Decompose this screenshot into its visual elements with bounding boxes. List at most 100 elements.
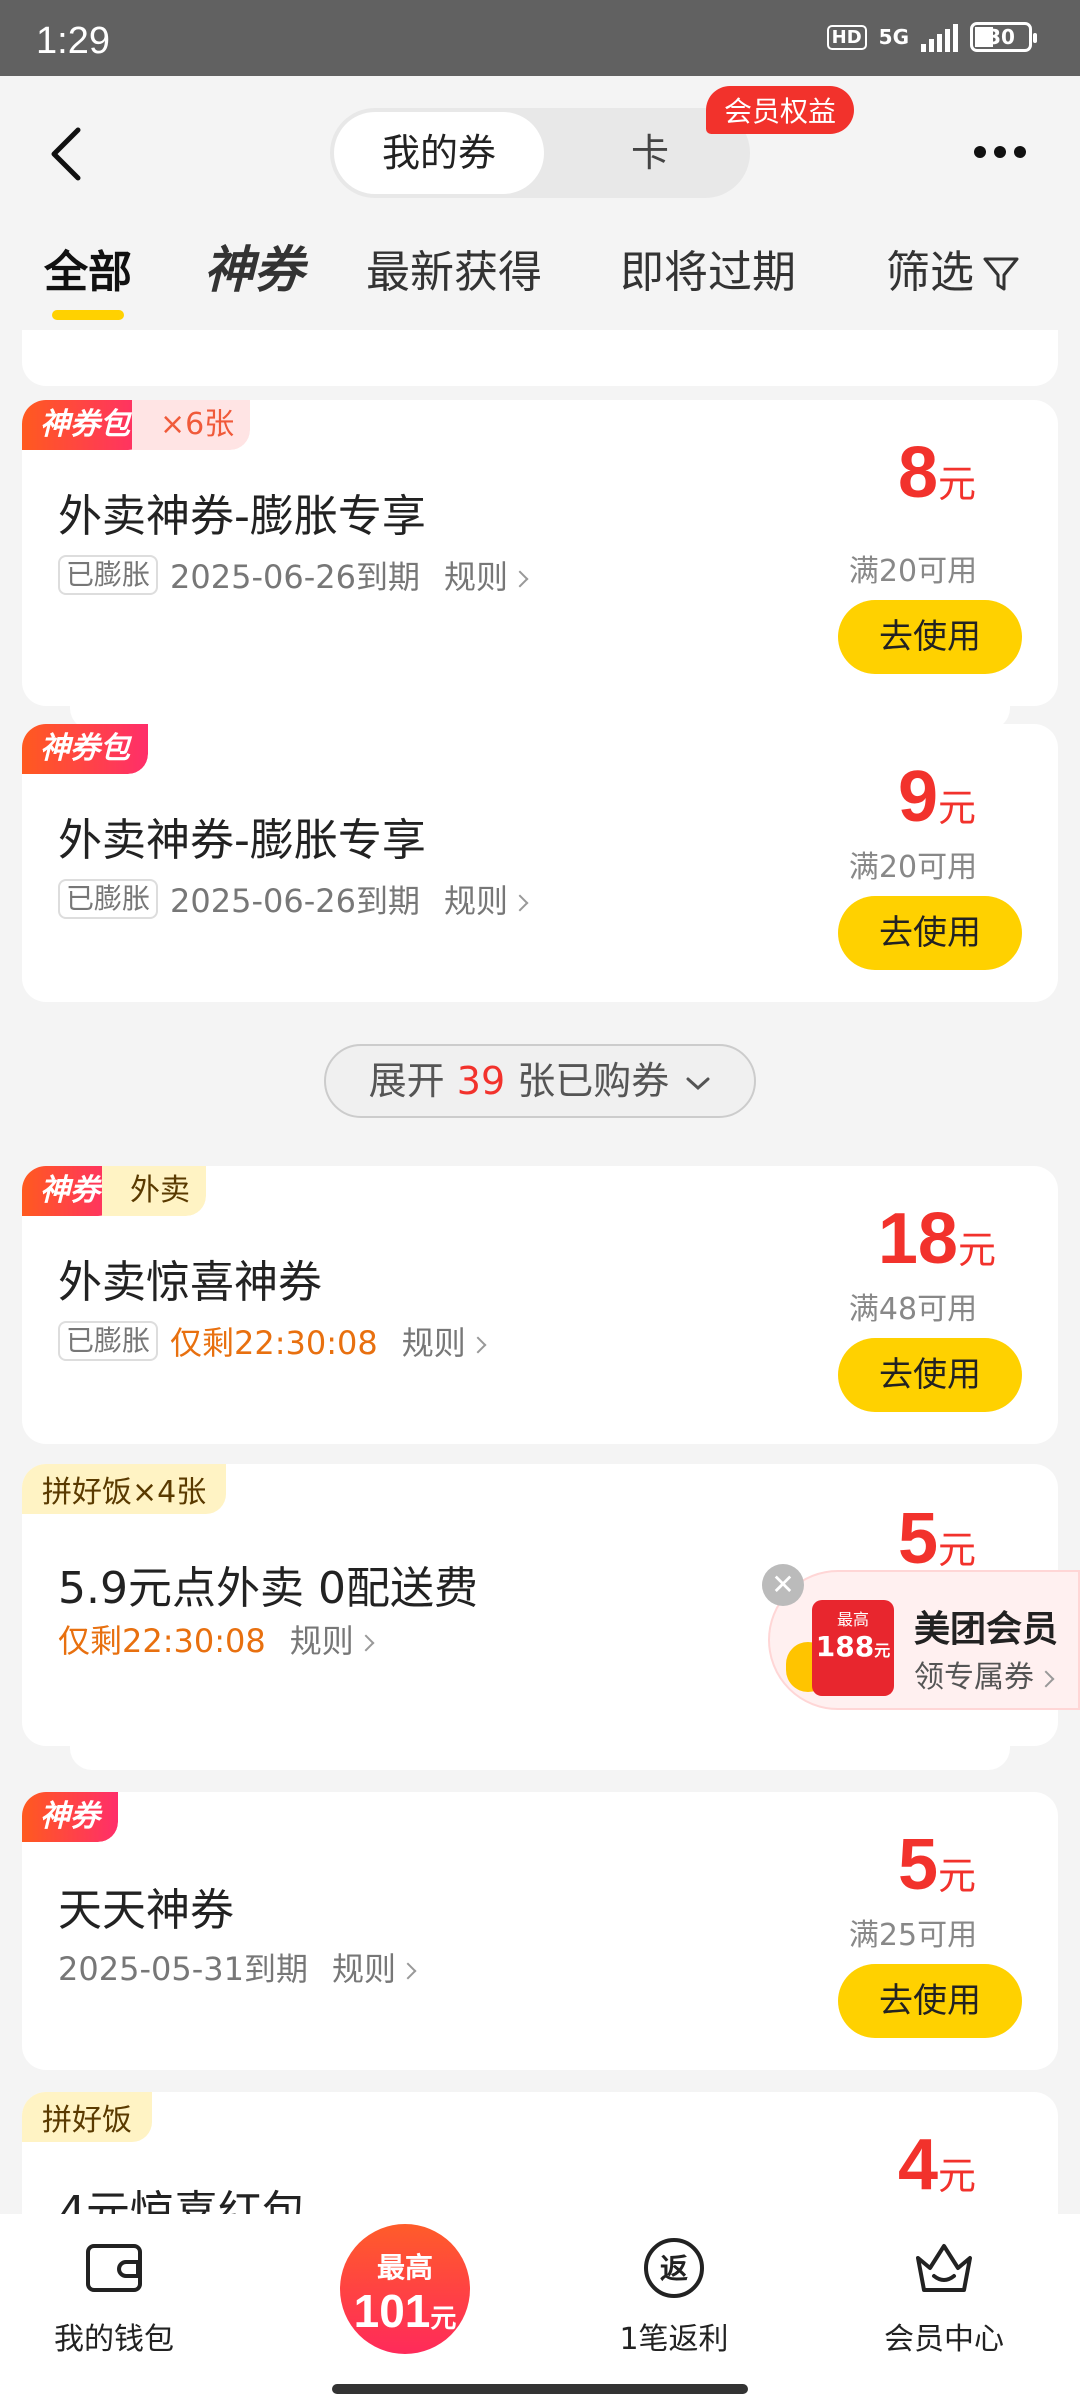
ad-subtitle: 领专属券 <box>914 1652 1055 1696</box>
purchased-count: 39 <box>456 1059 506 1103</box>
signal-icon <box>921 22 958 52</box>
tab-newest[interactable]: 最新获得 <box>366 236 542 300</box>
coupon-card[interactable]: 神券包 外卖神券-膨胀专享 已膨胀 2025-06-26到期 规则 9元 满20… <box>22 724 1058 1002</box>
coupon-tag: 神券包 ×6张 <box>22 400 251 450</box>
coupon-condition: 满48可用 <box>848 1292 978 1327</box>
coupon-meta: 已膨胀 2025-06-26到期 规则 <box>58 876 529 922</box>
use-button[interactable]: 去使用 <box>838 1338 1022 1412</box>
use-button[interactable]: 去使用 <box>838 600 1022 674</box>
red-packet-icon: 最高 188元 <box>812 1600 894 1696</box>
tag-shen-pack: 神券包 <box>22 400 148 450</box>
coupon-amount: 18元 <box>877 1199 996 1279</box>
network-5g-icon: 5G <box>878 25 909 49</box>
coupon-tag: 神券 外卖 <box>22 1166 206 1216</box>
chevron-right-icon <box>511 570 529 588</box>
coupon-card[interactable]: 神券 天天神券 2025-05-31到期 规则 5元 满25可用 去使用 <box>22 1792 1058 2070</box>
hd-icon: HD <box>826 24 867 50</box>
tab-filter-label: 筛选 <box>886 247 974 298</box>
tab-expiring[interactable]: 即将过期 <box>620 236 796 300</box>
rule-link[interactable]: 规则 <box>444 876 529 922</box>
coupon-amount: 9元 <box>897 757 976 837</box>
segment-control: 我的券 卡 <box>330 108 750 198</box>
coupon-condition: 满20可用 <box>848 850 978 885</box>
rule-link[interactable]: 规则 <box>402 1318 487 1364</box>
coupon-tag-pinhaofan: 拼好饭×4张 <box>22 1464 227 1514</box>
coupon-card[interactable]: 神券 外卖 外卖惊喜神券 已膨胀 仅剩22:30:08 规则 18元 满48可用… <box>22 1166 1058 1444</box>
coupon-title: 天天神券 <box>58 1885 234 1936</box>
coupon-tag: 神券 <box>22 1792 118 1842</box>
nav-member-center[interactable]: 会员中心 <box>844 2236 1044 2358</box>
coupon-expiry: 2025-05-31到期 <box>58 1950 308 1988</box>
tag-shen-pack: 神券包 <box>22 724 148 774</box>
coupon-title: 外卖神券-膨胀专享 <box>58 815 426 866</box>
coupon-countdown: 仅剩22:30:08 <box>170 1324 378 1362</box>
coupon-amount: 4元 <box>897 2125 976 2205</box>
tag-count: ×6张 <box>132 400 251 450</box>
coupon-title: 外卖神券-膨胀专享 <box>58 491 426 542</box>
nav-rebate[interactable]: 返 1笔返利 <box>574 2236 774 2358</box>
coupon-amount: 5元 <box>897 1499 976 1579</box>
close-icon[interactable]: ✕ <box>762 1564 804 1606</box>
coupon-condition: 满20可用 <box>848 554 978 589</box>
nav-center-badge[interactable]: 最高 101元 <box>340 2224 470 2354</box>
coupon-meta: 已膨胀 2025-06-26到期 规则 <box>58 552 529 598</box>
coupon-card-partial <box>22 330 1058 386</box>
status-bar: 1:29 HD 5G 30 <box>0 0 1080 76</box>
use-button[interactable]: 去使用 <box>838 896 1022 970</box>
bottom-nav: 我的钱包 最高 101元 返 1笔返利 会员中心 <box>0 2214 1080 2408</box>
chevron-down-icon <box>686 1077 710 1090</box>
tab-shen-coupon[interactable]: 神券 <box>204 230 304 302</box>
header: 我的券 卡 会员权益 全部 神券 最新获得 即将过期 筛选 <box>0 76 1080 330</box>
filter-icon <box>983 257 1019 291</box>
coupon-amount: 5元 <box>897 1825 976 1905</box>
tab-all[interactable]: 全部 <box>44 236 132 300</box>
coupon-card[interactable]: 神券包 ×6张 外卖神券-膨胀专享 已膨胀 2025-06-26到期 规则 8元… <box>22 400 1058 706</box>
member-float-ad[interactable]: 最高 188元 美团会员 领专属券 <box>768 1570 1080 1710</box>
chevron-right-icon <box>511 894 529 912</box>
status-time: 1:29 <box>36 20 110 62</box>
coupon-expiry: 2025-06-26到期 <box>170 882 420 920</box>
ad-title: 美团会员 <box>914 1609 1059 1650</box>
crown-basket-icon <box>916 2244 972 2292</box>
coupon-countdown: 仅剩22:30:08 <box>58 1622 266 1660</box>
tag-category: 外卖 <box>102 1166 206 1216</box>
filter-tabs: 全部 神券 最新获得 即将过期 筛选 <box>0 236 1080 320</box>
nav-wallet[interactable]: 我的钱包 <box>14 2236 214 2358</box>
coupon-tag-pinhaofan: 拼好饭 <box>22 2092 152 2142</box>
tab-filter[interactable]: 筛选 <box>886 236 1020 300</box>
chevron-right-icon <box>399 1962 417 1980</box>
more-icon[interactable] <box>972 144 1028 160</box>
segment-my-coupons[interactable]: 我的券 <box>334 112 544 194</box>
inflated-pill: 已膨胀 <box>58 1321 159 1361</box>
coupon-expiry: 2025-06-26到期 <box>170 558 420 596</box>
chevron-right-icon <box>469 1336 487 1354</box>
coupon-meta: 仅剩22:30:08 规则 <box>58 1616 375 1662</box>
rule-link[interactable]: 规则 <box>290 1616 375 1662</box>
back-arrow-icon[interactable] <box>44 124 94 184</box>
inflated-pill: 已膨胀 <box>58 555 159 595</box>
nav-rebate-label: 1笔返利 <box>619 2322 729 2357</box>
coupon-card[interactable]: 拼好饭 4元惊喜红包 4元 <box>22 2092 1058 2215</box>
rule-link[interactable]: 规则 <box>332 1944 417 1990</box>
coupon-tag: 神券包 <box>22 724 148 774</box>
nav-wallet-label: 我的钱包 <box>54 2322 174 2357</box>
wallet-icon <box>86 2244 142 2292</box>
tab-active-indicator <box>52 310 124 320</box>
coupon-title: 外卖惊喜神券 <box>58 1257 322 1308</box>
svg-text:返: 返 <box>660 2252 688 2285</box>
coupon-list[interactable]: 神券包 ×6张 外卖神券-膨胀专享 已膨胀 2025-06-26到期 规则 8元… <box>0 330 1080 2215</box>
expand-purchased-button[interactable]: 展开 39 张已购券 <box>324 1044 756 1118</box>
coupon-meta: 已膨胀 仅剩22:30:08 规则 <box>58 1318 487 1364</box>
coupon-amount: 8元 <box>897 433 976 513</box>
rule-link[interactable]: 规则 <box>444 552 529 598</box>
chevron-right-icon <box>357 1634 375 1652</box>
coupon-meta: 2025-05-31到期 规则 <box>58 1944 417 1990</box>
member-benefits-badge[interactable]: 会员权益 <box>706 86 855 134</box>
chevron-right-icon <box>1037 1670 1055 1687</box>
battery-icon: 30 <box>970 22 1037 52</box>
use-button[interactable]: 去使用 <box>838 1964 1022 2038</box>
tag-shen-coupon: 神券 <box>22 1792 118 1842</box>
nav-member-label: 会员中心 <box>884 2322 1004 2357</box>
home-indicator[interactable] <box>332 2384 748 2394</box>
inflated-pill: 已膨胀 <box>58 879 159 919</box>
